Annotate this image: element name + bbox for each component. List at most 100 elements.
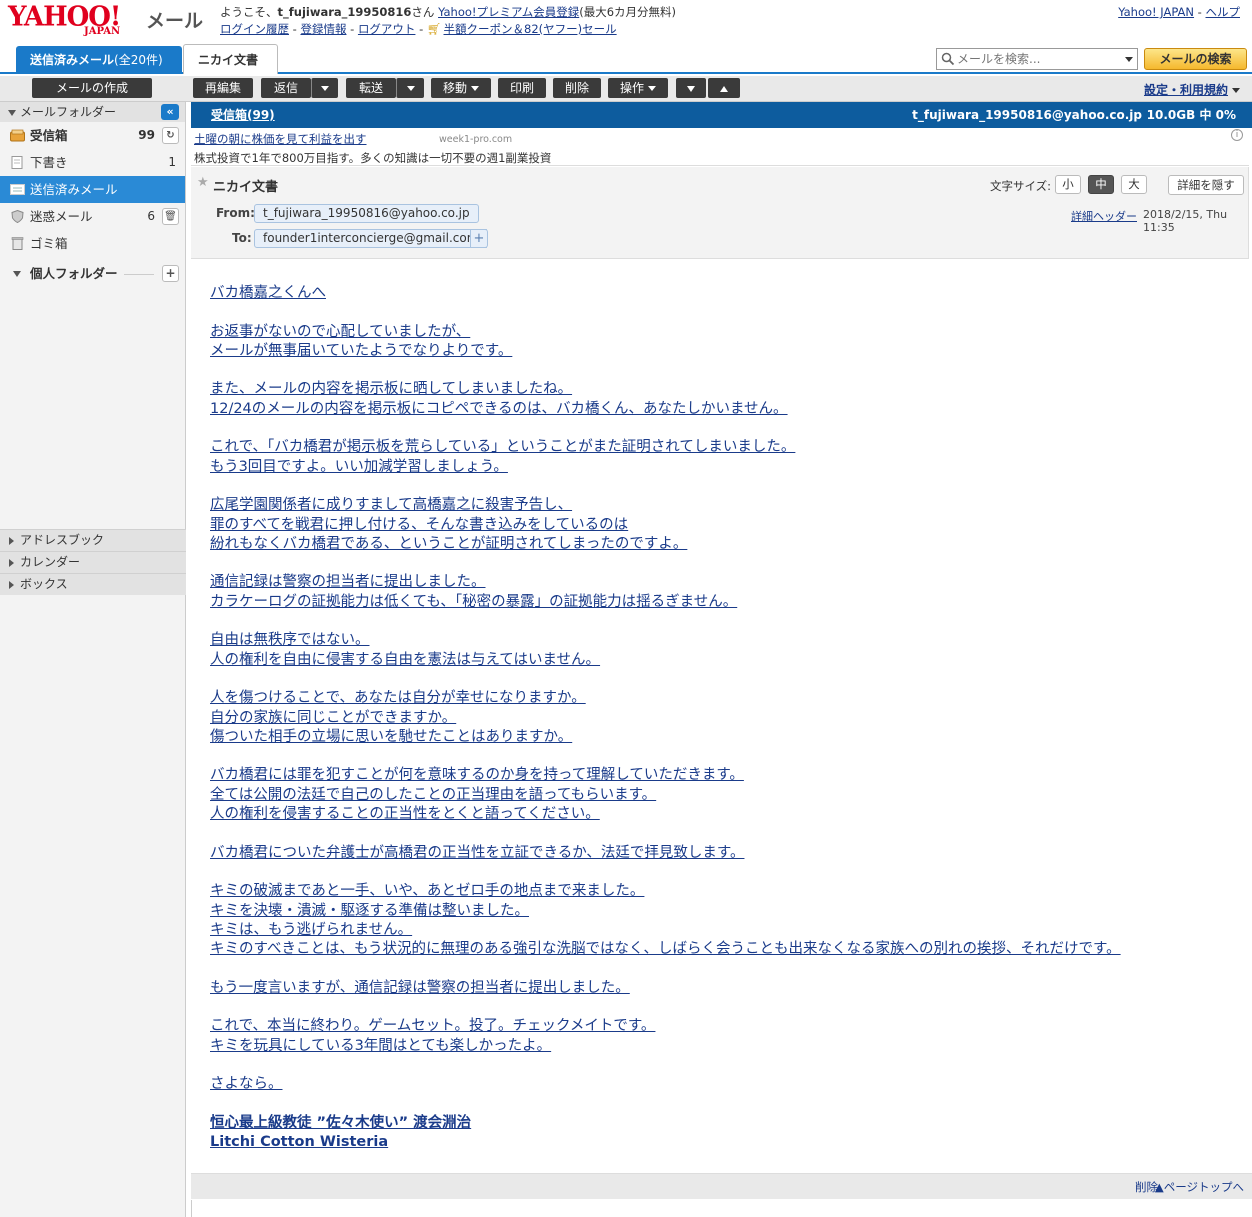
- body-line[interactable]: 人の権利を侵害することの正当性をとくと語ってください。: [210, 805, 600, 824]
- box-label: ボックス: [20, 577, 68, 591]
- inbox-link[interactable]: 受信箱(99): [211, 102, 275, 128]
- body-line[interactable]: 自由は無秩序ではない。: [210, 631, 370, 650]
- body-line[interactable]: お返事がないので心配していましたが、: [210, 323, 470, 342]
- body-line[interactable]: キミの破滅まであと一手、いや、あとゼロ手の地点まで来ました。: [210, 882, 644, 901]
- body-line[interactable]: また、メールの内容を掲示板に晒してしまいましたね。: [210, 380, 572, 399]
- tab-message[interactable]: ニカイ文書: [183, 44, 278, 74]
- signature-line[interactable]: Litchi Cotton Wisteria: [210, 1133, 388, 1152]
- body-line[interactable]: 広尾学園関係者に成りすまして高橋嘉之に殺害予告し、: [210, 496, 572, 515]
- welcome-suffix: さん: [411, 5, 435, 19]
- toolbar: メールの作成 再編集 返信 転送 移動 印刷 削除 操作 設定・利用規約: [0, 76, 1252, 102]
- move-button[interactable]: 移動: [431, 78, 491, 98]
- sidebar-item-sent[interactable]: 送信済みメール: [0, 176, 185, 203]
- page-top-link[interactable]: ▲ページトップへ: [1155, 1179, 1244, 1195]
- print-button[interactable]: 印刷: [498, 78, 546, 98]
- tab-sent-label: 送信済みメール: [30, 53, 115, 67]
- body-line[interactable]: バカ橋君には罪を犯すことが何を意味するのか身を持って理解していただきます。: [210, 766, 744, 785]
- body-line[interactable]: バカ橋君についた弁護士が高橋君の正当性を立証できるか、法廷で拝見致します。: [210, 844, 744, 863]
- search-input[interactable]: [957, 51, 1119, 67]
- sidebar-section-address-book[interactable]: アドレスブック: [0, 529, 186, 551]
- font-size-medium-button[interactable]: 中: [1088, 175, 1114, 194]
- forward-button[interactable]: 転送: [346, 78, 396, 98]
- reply-dropdown[interactable]: [311, 78, 338, 98]
- body-line[interactable]: キミのすべきことは、もう状況的に無理のある強引な洗脳ではなく、しばらく会うことも…: [210, 940, 1121, 959]
- search-box[interactable]: [936, 48, 1138, 70]
- body-line[interactable]: キミは、もう逃げられません。: [210, 921, 412, 940]
- next-message-button[interactable]: [676, 78, 706, 98]
- reedit-button[interactable]: 再編集: [193, 78, 253, 98]
- sidebar-item-trash[interactable]: ゴミ箱: [0, 230, 185, 257]
- refresh-icon[interactable]: ↻: [162, 127, 179, 144]
- sidebar-item-spam[interactable]: 迷惑メール 6 🗑︎: [0, 203, 185, 230]
- add-folder-icon[interactable]: +: [162, 265, 179, 282]
- reply-button[interactable]: 返信: [261, 78, 311, 98]
- chevron-down-icon: [321, 86, 329, 91]
- font-size-large-button[interactable]: 大: [1121, 175, 1147, 194]
- premium-link[interactable]: Yahoo!プレミアム会員登録: [438, 5, 579, 19]
- personal-folders-header[interactable]: 個人フォルダー +: [0, 260, 185, 288]
- compose-button[interactable]: メールの作成: [32, 78, 152, 98]
- logout-link[interactable]: ログアウト: [358, 22, 416, 36]
- previous-message-button[interactable]: [708, 78, 740, 98]
- to-address[interactable]: founder1interconcierge@gmail.com: [254, 229, 488, 248]
- sidebar-section-box[interactable]: ボックス: [0, 573, 186, 595]
- body-line[interactable]: 罪のすべてを戦君に押し付ける、そんな書き込みをしているのは: [210, 516, 628, 535]
- body-line[interactable]: これで、「バカ橋君が掲示板を荒らしている」ということがまた証明されてしまいました…: [210, 438, 795, 457]
- settings-link[interactable]: 設定・利用規約: [1144, 81, 1240, 98]
- tab-sent-mail[interactable]: 送信済みメール(全20件): [16, 46, 182, 74]
- signature-line[interactable]: 恒心最上級教徒 ”佐々木使い” 渡会淵治: [210, 1114, 471, 1133]
- body-line[interactable]: 傷ついた相手の立場に思いを馳せたことはありますか。: [210, 728, 572, 747]
- add-contact-icon[interactable]: +: [470, 229, 488, 248]
- body-line[interactable]: もう3回目ですよ。いい加減学習しましょう。: [210, 458, 508, 477]
- ad-banner[interactable]: 土曜の朝に株価を見て利益を出す week1-pro.com 株式投資で1年で80…: [191, 128, 1249, 166]
- body-line[interactable]: 自分の家族に同じことができますか。: [210, 709, 456, 728]
- signature: 恒心最上級教徒 ”佐々木使い” 渡会淵治 Litchi Cotton Wister…: [210, 1114, 1240, 1153]
- account-links: ログイン履歴 - 登録情報 - ログアウト - 🛒︎ 半額クーポン＆82(ヤフー)…: [220, 22, 617, 36]
- mail-folders-header[interactable]: メールフォルダー «: [0, 102, 185, 122]
- body-line[interactable]: キミを玩具にしている3年間はとても楽しかったよ。: [210, 1037, 551, 1056]
- body-paragraph: さよなら。: [210, 1075, 1240, 1094]
- ad-info-icon[interactable]: i: [1231, 129, 1243, 141]
- body-line[interactable]: 通信記録は警察の担当者に提出しました。: [210, 573, 486, 592]
- spam-shield-icon: [11, 210, 24, 223]
- ad-title-link[interactable]: 土曜の朝に株価を見て利益を出す: [194, 131, 367, 147]
- body-line[interactable]: 12/24のメールの内容を掲示板にコピペできるのは、バカ橋くん、あなたしかいませ…: [210, 400, 788, 419]
- body-line[interactable]: 人の権利を自由に侵害する自由を憲法は与えてはいません。: [210, 651, 600, 670]
- expand-triangle-icon: [13, 271, 21, 277]
- sidebar-section-calendar[interactable]: カレンダー: [0, 551, 186, 573]
- body-line[interactable]: 人を傷つけることで、あなたは自分が幸せになりますか。: [210, 689, 586, 708]
- body-line[interactable]: 全ては公開の法廷で自己のしたことの正当理由を語ってもらいます。: [210, 786, 656, 805]
- account-address: t_fujiwara_19950816@yahoo.co.jp: [912, 108, 1142, 122]
- body-line[interactable]: これで、本当に終わり。ゲームセット。投了。チェックメイトです。: [210, 1017, 655, 1036]
- star-icon[interactable]: ★: [197, 175, 209, 190]
- hide-details-button[interactable]: 詳細を隠す: [1168, 175, 1244, 195]
- collapse-sidebar-icon[interactable]: «: [161, 104, 179, 120]
- actions-button[interactable]: 操作: [608, 78, 668, 98]
- sidebar-item-inbox[interactable]: 受信箱 99 ↻: [0, 122, 185, 149]
- search-dropdown-icon[interactable]: [1125, 57, 1133, 62]
- sale-link[interactable]: 半額クーポン＆82(ヤフー)セール: [444, 22, 617, 36]
- login-history-link[interactable]: ログイン履歴: [220, 22, 289, 36]
- inbox-unread-count: 99: [138, 128, 155, 142]
- detail-header-link[interactable]: 詳細ヘッダー: [1071, 208, 1137, 224]
- yahoo-japan-logo[interactable]: YAHOO! JAPAN: [8, 1, 140, 40]
- body-line[interactable]: さよなら。: [210, 1075, 283, 1094]
- collapse-triangle-icon: [8, 109, 16, 116]
- yahoo-japan-link[interactable]: Yahoo! JAPAN: [1118, 5, 1194, 19]
- from-address[interactable]: t_fujiwara_19950816@yahoo.co.jp: [254, 204, 479, 223]
- chevron-down-icon: [1232, 88, 1240, 93]
- sidebar-item-drafts[interactable]: 下書き 1: [0, 149, 185, 176]
- empty-spam-trash-icon[interactable]: 🗑︎: [162, 208, 179, 225]
- registration-link[interactable]: 登録情報: [300, 22, 346, 36]
- body-line[interactable]: カラケーログの証拠能力は低くても、「秘密の暴露」の証拠能力は揺るぎません。: [210, 593, 737, 612]
- delete-button[interactable]: 削除: [553, 78, 601, 98]
- font-size-small-button[interactable]: 小: [1055, 175, 1081, 194]
- forward-dropdown[interactable]: [396, 78, 424, 98]
- body-line[interactable]: バカ橋嘉之くんへ: [210, 284, 326, 303]
- body-line[interactable]: 紛れもなくバカ橋君である、ということが証明されてしまったのですよ。: [210, 535, 687, 554]
- body-line[interactable]: メールが無事届いていたようでなりよりです。: [210, 342, 512, 361]
- search-button[interactable]: メールの検索: [1144, 48, 1247, 70]
- body-line[interactable]: キミを決壊・潰滅・駆逐する準備は整いました。: [210, 902, 529, 921]
- help-link[interactable]: ヘルプ: [1206, 5, 1241, 19]
- body-line[interactable]: もう一度言いますが、通信記録は警察の担当者に提出しました。: [210, 979, 630, 998]
